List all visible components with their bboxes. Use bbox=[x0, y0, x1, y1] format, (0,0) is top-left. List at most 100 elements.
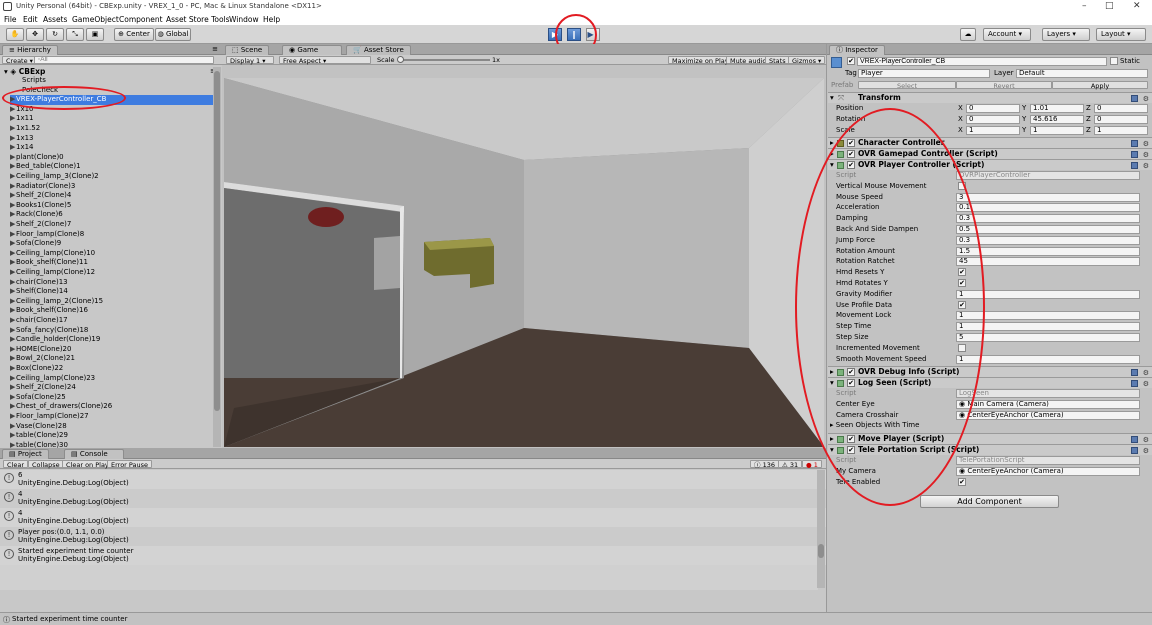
add-component-button[interactable]: Add Component bbox=[920, 495, 1059, 508]
hierarchy-item[interactable]: ▶1x14 bbox=[10, 143, 34, 153]
hierarchy-item[interactable]: ▶Shelf_2(Clone)7 bbox=[10, 220, 71, 230]
layout-dropdown[interactable]: Layout ▾ bbox=[1096, 28, 1146, 41]
console-scroll-thumb[interactable] bbox=[818, 544, 824, 558]
ovr-prop-field[interactable]: 0.3 bbox=[956, 235, 1140, 245]
camera-crosshair-field[interactable]: ◉ CenterEyeAnchor (Camera) bbox=[956, 410, 1140, 420]
error-pause-toggle[interactable]: Error Pause bbox=[107, 460, 153, 469]
clear-button[interactable]: Clear bbox=[3, 460, 28, 469]
prefab-revert-button[interactable]: Revert bbox=[956, 81, 1052, 90]
console-scrollbar[interactable] bbox=[817, 470, 825, 588]
move-tool-icon[interactable]: ✥ bbox=[26, 28, 44, 41]
panel-menu-icon[interactable]: ≡ bbox=[212, 45, 218, 53]
transform-header[interactable]: ▾ ⤧ Transform ⚙ bbox=[828, 92, 1152, 103]
menu-edit[interactable]: Edit bbox=[23, 15, 38, 24]
hand-tool-icon[interactable]: ✋ bbox=[6, 28, 24, 41]
hierarchy-item[interactable]: ▶Vase(Clone)28 bbox=[10, 422, 67, 432]
hierarchy-item[interactable]: ▶Ceiling_lamp(Clone)23 bbox=[10, 374, 95, 384]
close-button[interactable]: ✕ bbox=[1133, 1, 1141, 11]
hierarchy-item[interactable]: ▶Candle_holder(Clone)19 bbox=[10, 335, 100, 345]
error-count-toggle[interactable]: ● 1 bbox=[802, 460, 822, 469]
ovr-prop-field[interactable]: 3 bbox=[956, 192, 1140, 202]
hierarchy-item[interactable]: ▶Ceiling_lamp(Clone)12 bbox=[10, 268, 95, 278]
log-count-toggle[interactable]: ⓘ 136 bbox=[750, 460, 779, 469]
game-render[interactable] bbox=[224, 78, 824, 447]
transform-scale-z-field[interactable]: 1 bbox=[1094, 126, 1148, 135]
tab-console[interactable]: ▤ Console bbox=[64, 449, 124, 459]
maximize-button[interactable]: □ bbox=[1105, 1, 1114, 11]
hierarchy-item[interactable]: ▶chair(Clone)17 bbox=[10, 316, 68, 326]
hierarchy-scroll-thumb[interactable] bbox=[214, 71, 220, 411]
ovr-prop-field[interactable]: 0.3 bbox=[956, 214, 1140, 224]
center-eye-field[interactable]: ◉ Main Camera (Camera) bbox=[956, 399, 1140, 409]
mute-audio-toggle[interactable]: Mute audio bbox=[726, 56, 771, 65]
warning-count-toggle[interactable]: ⚠ 31 bbox=[778, 460, 803, 469]
menu-gameobject[interactable]: GameObject bbox=[72, 15, 119, 24]
tele-portation-help-icon[interactable] bbox=[1131, 447, 1138, 454]
scale-slider[interactable] bbox=[397, 56, 490, 63]
hierarchy-search-input[interactable] bbox=[34, 56, 214, 64]
cloud-icon[interactable]: ☁ bbox=[960, 28, 976, 41]
transform-help-icon[interactable] bbox=[1131, 95, 1138, 102]
tag-dropdown[interactable]: Player bbox=[858, 69, 990, 78]
scene-root[interactable]: ▾ ◈ CBExp bbox=[4, 67, 45, 76]
display-dropdown[interactable]: Display 1 ▾ bbox=[226, 56, 274, 65]
hierarchy-item[interactable]: ▶Ceiling_lamp(Clone)10 bbox=[10, 249, 95, 259]
hierarchy-item[interactable]: ▶Ceiling_lamp_3(Clone)2 bbox=[10, 172, 99, 182]
ovr-prop-field[interactable]: 0.5 bbox=[956, 225, 1140, 234]
space-global-button[interactable]: ◍ Global bbox=[155, 28, 191, 41]
hierarchy-item[interactable]: ▶Ceiling_lamp_2(Clone)15 bbox=[10, 297, 103, 307]
hierarchy-item[interactable]: ▶plant(Clone)0 bbox=[10, 153, 64, 163]
hierarchy-item[interactable]: ▶1x13 bbox=[10, 134, 34, 144]
stats-toggle[interactable]: Stats bbox=[765, 56, 790, 65]
account-dropdown[interactable]: Account ▾ bbox=[983, 28, 1031, 41]
hierarchy-item[interactable]: ▶Radiator(Clone)3 bbox=[10, 182, 75, 192]
hierarchy-item[interactable]: ▶Book_shelf(Clone)11 bbox=[10, 258, 88, 268]
debug-info-help-icon[interactable] bbox=[1131, 369, 1138, 376]
gameobject-active-checkbox[interactable]: ✔ bbox=[847, 57, 855, 65]
console-entry[interactable]: ! Started experiment time counter UnityEng… bbox=[0, 546, 826, 565]
minimize-button[interactable]: – bbox=[1082, 1, 1087, 11]
hierarchy-item[interactable]: ▶HOME(Clone)20 bbox=[10, 345, 71, 355]
scale-tool-icon[interactable]: ⤡ bbox=[66, 28, 84, 41]
hierarchy-item[interactable]: ▶chair(Clone)13 bbox=[10, 278, 68, 288]
hierarchy-item[interactable]: ▶Floor_lamp(Clone)8 bbox=[10, 230, 84, 240]
tab-hierarchy[interactable]: ≡ Hierarchy bbox=[2, 45, 58, 55]
clear-on-play-toggle[interactable]: Clear on Play bbox=[62, 460, 113, 469]
my-camera-field[interactable]: ◉ CenterEyeAnchor (Camera) bbox=[956, 466, 1140, 476]
static-checkbox[interactable] bbox=[1110, 57, 1118, 65]
scale-slider-thumb[interactable] bbox=[397, 56, 404, 63]
ovr-prop-field[interactable]: 45 bbox=[956, 257, 1140, 267]
layer-dropdown[interactable]: Default bbox=[1016, 69, 1148, 78]
hierarchy-item[interactable]: ▶1x1.52 bbox=[10, 124, 40, 134]
console-entry[interactable]: ! 4 UnityEngine.Debug:Log(Object) bbox=[0, 508, 826, 527]
hierarchy-scrollbar[interactable] bbox=[213, 67, 221, 447]
hierarchy-item[interactable]: ▶Box(Clone)22 bbox=[10, 364, 63, 374]
hierarchy-item[interactable]: ▶Floor_lamp(Clone)27 bbox=[10, 412, 89, 422]
hierarchy-item[interactable]: ▶Shelf_2(Clone)24 bbox=[10, 383, 76, 393]
rect-tool-icon[interactable]: ▣ bbox=[86, 28, 104, 41]
rotate-tool-icon[interactable]: ↻ bbox=[46, 28, 64, 41]
status-bar[interactable]: ⓘ Started experiment time counter bbox=[0, 612, 1152, 625]
tab-project[interactable]: ▤ Project bbox=[2, 449, 49, 459]
menu-file[interactable]: File bbox=[4, 15, 17, 24]
ovr-prop-field[interactable]: OVRPlayerController bbox=[956, 171, 1140, 180]
hierarchy-item[interactable]: ▶Rack(Clone)6 bbox=[10, 210, 63, 220]
move-player-help-icon[interactable] bbox=[1131, 436, 1138, 443]
hierarchy-item[interactable]: ▶Book_shelf(Clone)16 bbox=[10, 306, 88, 316]
hierarchy-item[interactable]: ▶Books1(Clone)5 bbox=[10, 201, 71, 211]
console-entry[interactable]: ! Player pos:(0.0, 1.1, 0.0) UnityEngine.D… bbox=[0, 527, 826, 546]
tab-asset-store[interactable]: 🛒 Asset Store bbox=[346, 45, 411, 55]
hierarchy-item[interactable]: ▶Shelf(Clone)14 bbox=[10, 287, 68, 297]
ovr-prop-field[interactable]: 1 bbox=[956, 354, 1140, 364]
tab-scene[interactable]: ⬚ Scene bbox=[225, 45, 270, 55]
gamepad-help-icon[interactable] bbox=[1131, 151, 1138, 158]
hierarchy-item[interactable]: ▶Sofa(Clone)25 bbox=[10, 393, 66, 403]
hierarchy-item[interactable]: ▶Bowl_2(Clone)21 bbox=[10, 354, 75, 364]
tele-enabled-checkbox[interactable]: ✔ bbox=[958, 477, 966, 486]
hierarchy-item[interactable]: ▶Sofa_fancy(Clone)18 bbox=[10, 326, 88, 336]
tab-game[interactable]: ◉ Game bbox=[282, 45, 342, 55]
gameobject-name-input[interactable] bbox=[857, 57, 1107, 66]
prefab-apply-button[interactable]: Apply bbox=[1052, 81, 1148, 90]
console-entry[interactable]: ! 4 UnityEngine.Debug:Log(Object) bbox=[0, 489, 826, 508]
hierarchy-item[interactable]: ▶1x11 bbox=[10, 114, 34, 124]
